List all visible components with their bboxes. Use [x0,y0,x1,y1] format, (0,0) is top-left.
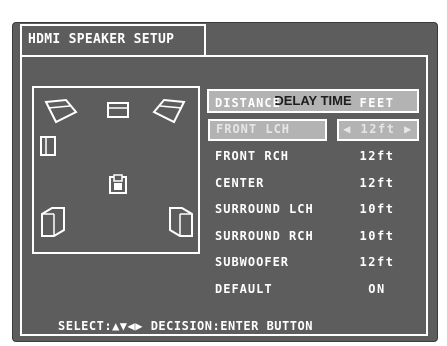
setting-label: DISTANCE [215,96,281,110]
setting-row-subwoofer[interactable]: SUBWOOFER 12ft [213,251,419,273]
setting-value[interactable]: FEET [338,92,416,114]
menu-title-tab: HDMI SPEAKER SETUP [20,24,206,55]
setting-label: FRONT RCH [215,149,290,163]
setting-row-front-rch[interactable]: FRONT RCH 12ft [213,145,419,167]
setting-row-front-lch[interactable]: FRONT LCH ◀ 12ft ▶ [208,118,419,141]
speaker-layout-diagram [32,86,200,254]
setting-label: CENTER [215,175,265,190]
navigation-hint: SELECT:▲▼◀▶ DECISION:ENTER BUTTON [58,319,313,333]
setting-value[interactable]: 12ft [338,145,416,167]
setting-label: DEFAULT [215,281,273,296]
setting-row-center[interactable]: CENTER 12ft [213,172,419,194]
setting-row-default[interactable]: DEFAULT ON [213,278,419,300]
setting-value[interactable]: 12ft [338,251,416,273]
surround-left-speaker-icon [41,207,65,237]
setting-row-distance[interactable]: DISTANCE FEET [213,92,419,114]
setting-value[interactable]: 10ft [338,225,416,247]
surround-right-speaker-icon [169,207,193,237]
setting-label: FRONT LCH [208,118,327,141]
setting-label: SURROUND RCH [215,228,314,243]
setting-row-surround-lch[interactable]: SURROUND LCH 10ft [213,198,419,220]
center-speaker-icon [107,102,129,118]
setting-row-surround-rch[interactable]: SURROUND RCH 10ft [213,225,419,247]
setting-value[interactable]: ◀ 12ft ▶ [337,118,419,141]
setting-value[interactable]: 10ft [338,198,416,220]
listener-icon [109,174,127,194]
setting-value[interactable]: 12ft [338,172,416,194]
subwoofer-icon [40,136,56,156]
setting-value[interactable]: ON [338,278,416,300]
setting-label: SURROUND LCH [215,202,314,216]
front-left-speaker-icon [44,98,78,124]
setting-label: SUBWOOFER [215,255,290,269]
front-right-speaker-icon [152,98,186,124]
